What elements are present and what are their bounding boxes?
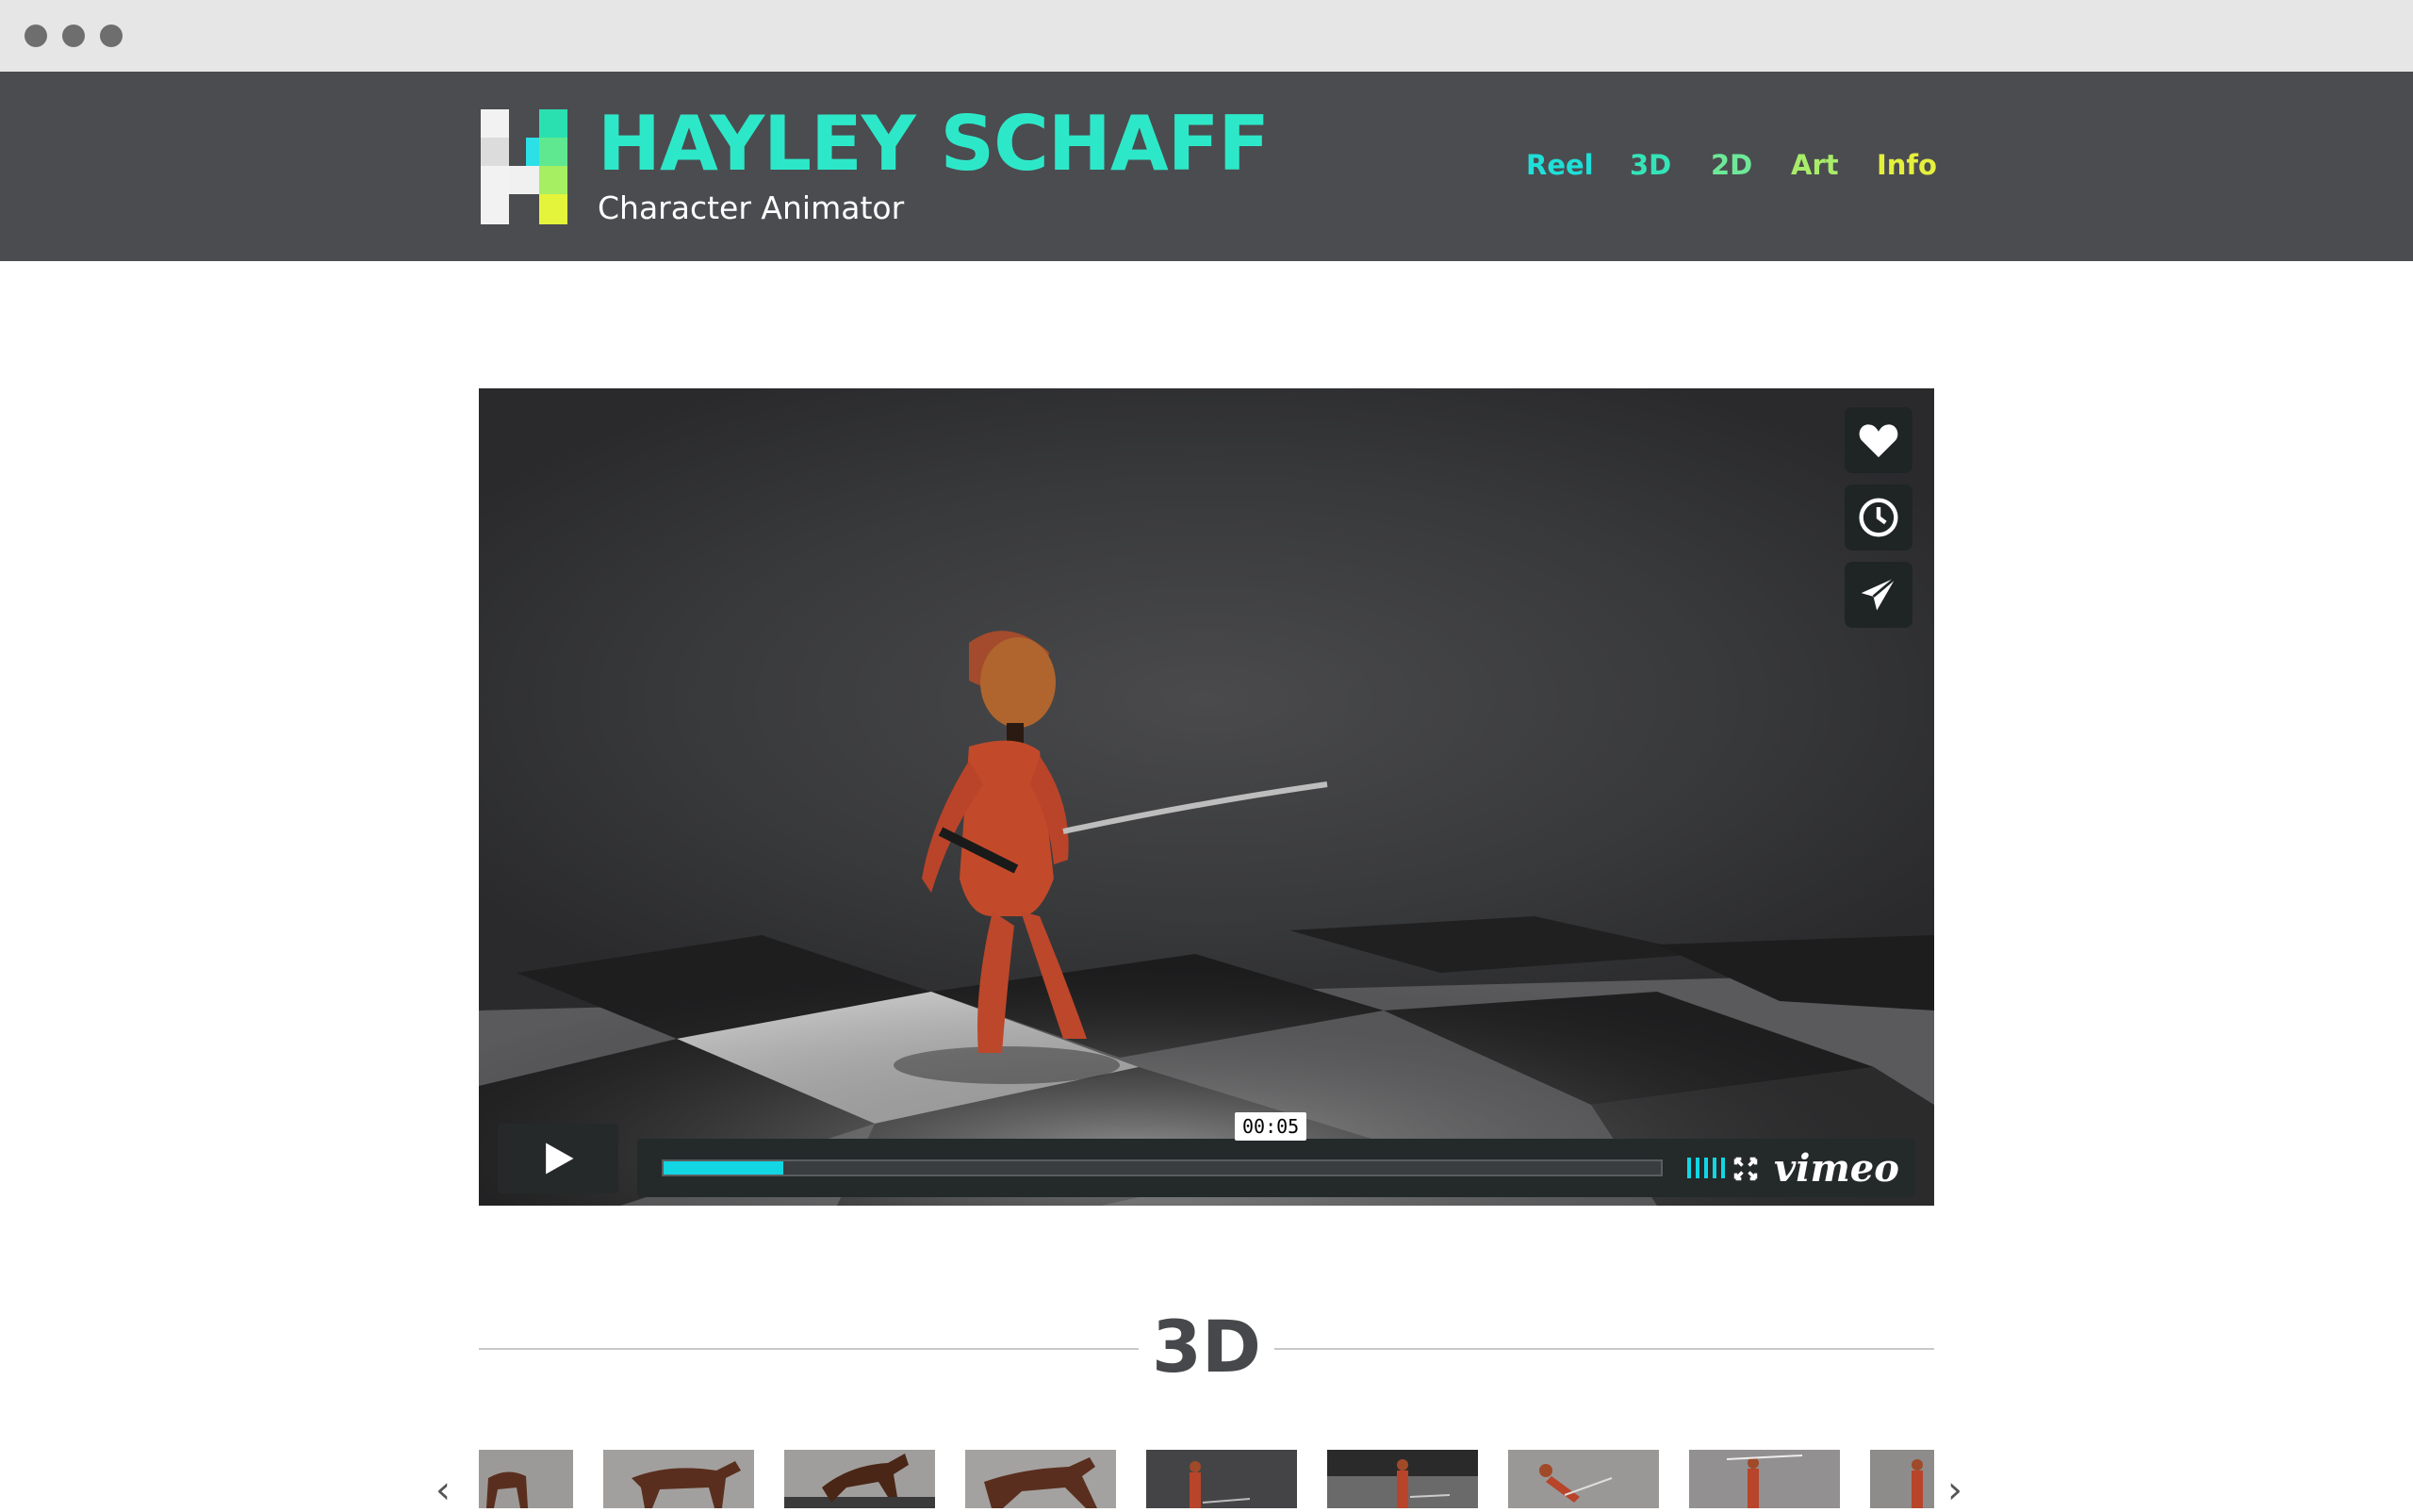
video-controls: vimeo 00:05 (498, 1112, 1915, 1197)
site-header: HAYLEY SCHAFF Character Animator Reel 3D… (0, 72, 2413, 261)
watch-later-button[interactable] (1845, 485, 1912, 551)
time-tooltip: 00:05 (1235, 1112, 1307, 1141)
heart-icon (1859, 424, 1898, 458)
video-player[interactable]: vimeo 00:05 (479, 388, 1934, 1206)
character-thumbnail-5[interactable] (1870, 1450, 1934, 1508)
play-icon (546, 1142, 574, 1175)
progress-fill (664, 1161, 783, 1175)
chevron-right-icon[interactable]: › (1947, 1469, 1962, 1512)
section-divider-left (479, 1348, 1139, 1350)
section-divider-right (1274, 1348, 1934, 1350)
section-title: 3D (1152, 1305, 1261, 1389)
horse-thumbnail-3[interactable] (784, 1450, 935, 1508)
nav-reel[interactable]: Reel (1526, 149, 1594, 181)
window-minimize-dot[interactable] (62, 25, 85, 47)
volume-control[interactable] (1687, 1158, 1725, 1178)
character-thumbnail-1[interactable] (1146, 1450, 1297, 1508)
like-button[interactable] (1845, 407, 1912, 473)
fullscreen-icon[interactable] (1732, 1156, 1759, 1182)
chevron-left-icon[interactable]: ‹ (435, 1469, 451, 1512)
site-subtitle: Character Animator (598, 189, 905, 226)
control-bar: vimeo (637, 1139, 1915, 1197)
nav-art[interactable]: Art (1791, 149, 1839, 181)
character-thumbnail-4[interactable] (1689, 1450, 1840, 1508)
send-icon (1861, 576, 1897, 611)
thumbnail-carousel (479, 1450, 1934, 1508)
play-button[interactable] (498, 1124, 618, 1193)
character-thumbnail-2[interactable] (1327, 1450, 1478, 1508)
video-frame (479, 631, 1934, 1206)
browser-chrome (0, 0, 2413, 73)
vimeo-logo[interactable]: vimeo (1774, 1146, 1899, 1191)
window-close-dot[interactable] (25, 25, 47, 47)
logo-icon[interactable] (481, 109, 567, 224)
horse-thumbnail-4[interactable] (965, 1450, 1116, 1508)
nav-3d[interactable]: 3D (1630, 149, 1671, 181)
window-maximize-dot[interactable] (100, 25, 123, 47)
nav-info[interactable]: Info (1877, 149, 1937, 181)
site-title[interactable]: HAYLEY SCHAFF (598, 100, 1270, 188)
horse-thumbnail-2[interactable] (603, 1450, 754, 1508)
character-thumbnail-3[interactable] (1508, 1450, 1659, 1508)
progress-bar[interactable] (662, 1159, 1663, 1176)
share-button[interactable] (1845, 562, 1912, 628)
nav-2d[interactable]: 2D (1711, 149, 1752, 181)
horse-thumbnail-1[interactable] (479, 1450, 573, 1508)
clock-icon (1859, 498, 1898, 537)
